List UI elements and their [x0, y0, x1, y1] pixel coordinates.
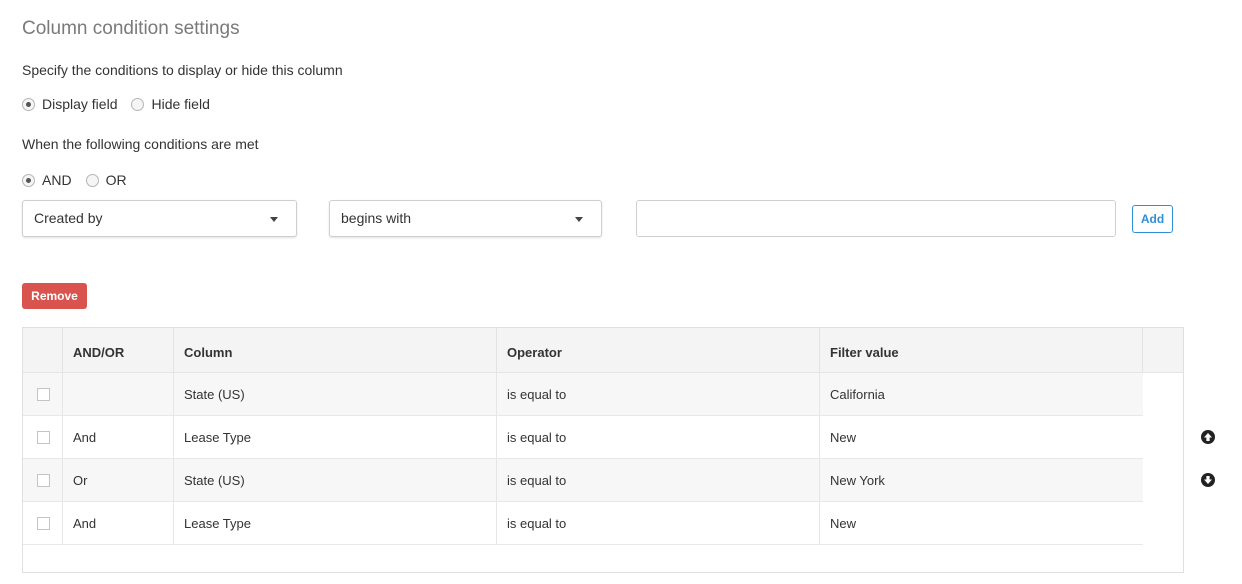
display-field-radio[interactable]: Display field: [22, 96, 117, 112]
column-select-value: Created by: [34, 210, 103, 226]
radio-dot[interactable]: [22, 97, 35, 111]
operator-select-value: begins with: [341, 210, 412, 226]
cell-filter-value: New: [830, 430, 857, 445]
arrow-circle-down-icon[interactable]: [1201, 473, 1215, 487]
column-select[interactable]: Created by: [22, 200, 297, 237]
table-row[interactable]: And Lease Type is equal to New: [23, 416, 1143, 459]
cell-filter-value: New York: [830, 473, 885, 488]
and-label: AND: [42, 172, 72, 188]
cell-operator: is equal to: [497, 373, 820, 416]
caret-down-icon: [270, 217, 278, 222]
display-field-label: Display field: [42, 96, 118, 112]
radio-dot[interactable]: [22, 173, 35, 187]
table-header: AND/OR Column Operator Filter value: [23, 328, 1183, 373]
radio-dot[interactable]: [131, 97, 145, 111]
header-column: Column: [174, 328, 497, 373]
cell-column: State (US): [174, 373, 497, 416]
row-select-cell: [23, 459, 63, 502]
cell-operator: is equal to: [497, 502, 820, 545]
cell-andor: And: [63, 416, 174, 459]
cell-column: Lease Type: [174, 416, 497, 459]
cell-filter-value: New: [830, 516, 857, 531]
cell-operator: is equal to: [497, 416, 820, 459]
or-label: OR: [105, 172, 127, 188]
conditions-table: AND/OR Column Operator Filter value Stat…: [22, 327, 1184, 573]
add-button[interactable]: Add: [1132, 205, 1173, 233]
row-select-cell: [23, 373, 63, 416]
cell-andor: Or: [63, 459, 174, 502]
table-row[interactable]: State (US) is equal to California: [23, 373, 1143, 416]
page-description: Specify the conditions to display or hid…: [22, 62, 343, 78]
cell-column: State (US): [174, 459, 497, 502]
logic-radio-group: AND OR: [22, 172, 141, 188]
row-checkbox[interactable]: [37, 517, 50, 530]
row-checkbox[interactable]: [37, 388, 50, 401]
cell-filter-value: California: [830, 387, 885, 402]
table-row[interactable]: And Lease Type is equal to New: [23, 502, 1143, 545]
arrow-circle-up-icon[interactable]: [1201, 430, 1215, 444]
hide-field-radio[interactable]: Hide field: [131, 96, 210, 112]
caret-down-icon: [575, 217, 583, 222]
header-andor: AND/OR: [63, 328, 174, 373]
row-checkbox[interactable]: [37, 431, 50, 444]
visibility-radio-group: Display field Hide field: [22, 96, 224, 112]
and-radio[interactable]: AND: [22, 172, 72, 188]
remove-button[interactable]: Remove: [22, 283, 87, 309]
page-title: Column condition settings: [22, 18, 240, 39]
cell-column: Lease Type: [174, 502, 497, 545]
radio-dot[interactable]: [85, 173, 99, 187]
header-filter-value: Filter value: [820, 328, 1143, 373]
row-select-cell: [23, 416, 63, 459]
header-spacer: [1143, 328, 1183, 373]
conditions-label: When the following conditions are met: [22, 136, 259, 152]
row-select-cell: [23, 502, 63, 545]
table-row[interactable]: Or State (US) is equal to New York: [23, 459, 1143, 502]
hide-field-label: Hide field: [151, 96, 210, 112]
operator-select[interactable]: begins with: [329, 200, 602, 237]
header-select-cell: [23, 328, 63, 373]
or-radio[interactable]: OR: [85, 172, 127, 188]
filter-value-input[interactable]: [636, 200, 1116, 237]
row-checkbox[interactable]: [37, 474, 50, 487]
cell-andor: And: [63, 502, 174, 545]
cell-operator: is equal to: [497, 459, 820, 502]
cell-andor: [63, 373, 174, 416]
header-operator: Operator: [497, 328, 820, 373]
